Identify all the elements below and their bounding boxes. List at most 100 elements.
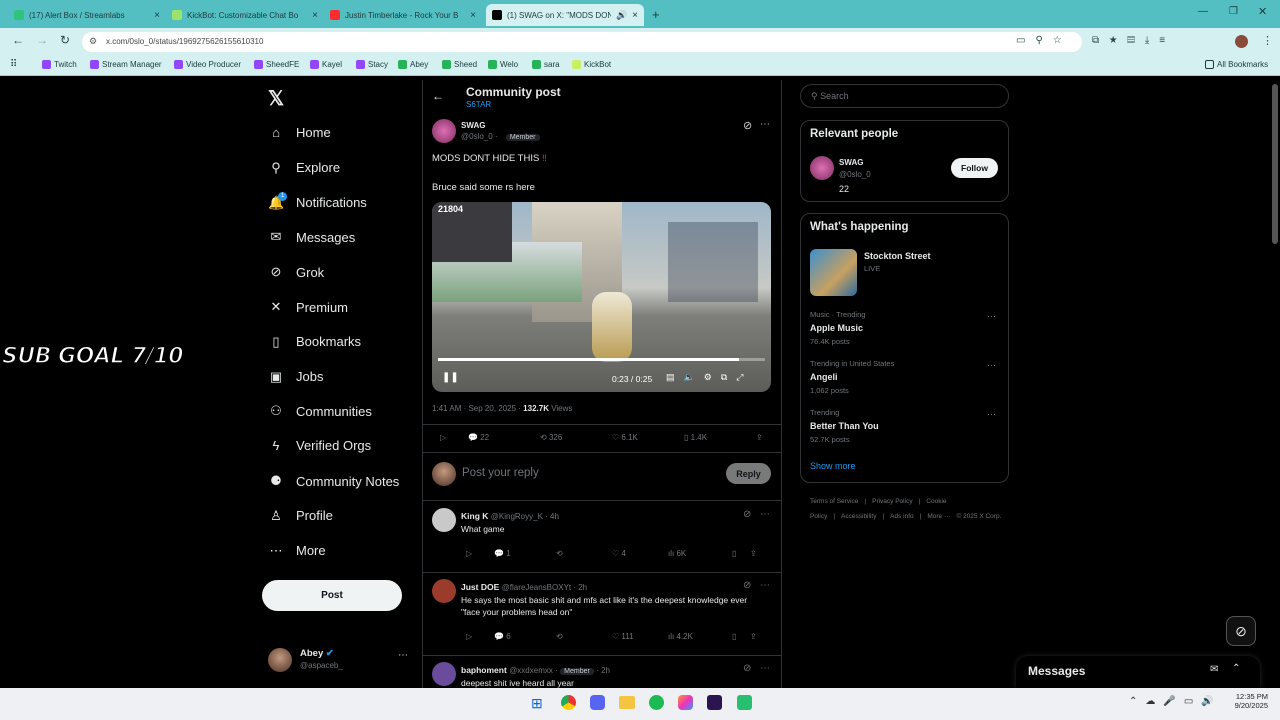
bookmark-item[interactable]: Welo [488,60,518,69]
like-action[interactable]: ♡ 111 [612,632,668,641]
reply-button[interactable]: Reply [726,463,771,484]
browser-tab[interactable]: (1) SWAG on X: "MODS DON' 🔊 × [486,4,644,26]
nav-item-explore[interactable]: ⚲ Explore [268,160,340,176]
live-thumbnail[interactable] [810,249,857,296]
reply-author-avatar[interactable] [432,508,456,532]
bookmark-item[interactable]: Stream Manager [90,60,162,69]
tab-close-icon[interactable]: × [312,10,318,21]
reply-action[interactable]: 💬 6 [494,632,556,641]
account-switcher[interactable]: Abey ✔ @aspaceb_ ⋯ [262,644,422,678]
post-button[interactable]: Post [262,580,402,611]
footer-link[interactable]: Privacy Policy [872,498,912,505]
bookmark-icon[interactable]: ▯ [732,549,750,558]
reply-more-icon[interactable]: ⋯ [760,580,770,591]
streamlabs-icon[interactable] [737,695,752,710]
footer-link[interactable]: Accessibility [841,513,876,520]
nav-item-more[interactable]: ⋯ More [268,543,326,559]
url-input[interactable]: x.com/0slo_0/status/1969275626155610310 [82,32,1082,52]
post-author-name[interactable]: SWAG [461,121,485,130]
repost-action[interactable]: ⟲ [556,549,612,558]
share-icon[interactable]: ⇪ [750,549,757,558]
reply-author-avatar[interactable] [432,579,456,603]
discord-icon[interactable] [590,695,605,710]
video-progress-track[interactable] [438,358,765,361]
tray-icons[interactable]: ⌃☁🎤▭🔊 [1129,696,1222,707]
tab-close-icon[interactable]: × [632,10,638,21]
close-window-button[interactable]: ✕ [1258,5,1267,18]
reply-input[interactable]: Post your reply [462,467,539,479]
share-icon[interactable]: ⇪ [750,632,757,641]
play-icon[interactable]: ▷ [440,433,468,442]
play-icon[interactable]: ▷ [466,549,494,558]
browser-tab[interactable]: Justin Timberlake - Rock Your B × [324,4,482,26]
community-link[interactable]: S6TAR [466,100,491,109]
bookmark-item[interactable]: Kayel [310,60,342,69]
footer-link[interactable]: Ads info [890,513,914,520]
pause-icon[interactable]: ❚❚ [442,372,459,383]
minimize-button[interactable]: — [1198,6,1208,17]
views-action[interactable]: ılı 4.2K [668,632,732,641]
bookmark-icon[interactable]: ▯ [732,632,750,641]
footer-link[interactable]: © 2025 X Corp. [956,513,1001,520]
grok-float-icon[interactable]: ⊘ [1226,616,1256,646]
back-arrow-icon[interactable]: ← [432,89,444,103]
browser-tab[interactable]: (17) Alert Box / Streamlabs × [8,4,166,26]
address-actions[interactable]: ▭⚲☆ [1016,35,1072,46]
forward-icon[interactable]: → [36,33,48,47]
new-tab-button[interactable]: + [652,7,660,22]
trend-more-icon[interactable]: ⋯ [987,409,996,420]
premiere-icon[interactable] [707,695,722,710]
nav-item-messages[interactable]: ✉ Messages [268,229,356,245]
bookmark-item[interactable]: Video Producer [174,60,241,69]
nav-item-profile[interactable]: ♙ Profile [268,508,333,524]
nav-item-verified-orgs[interactable]: ϟ Verified Orgs [268,438,372,453]
nav-item-home[interactable]: ⌂ Home [268,125,331,140]
spotify-icon[interactable] [649,695,664,710]
audio-icon[interactable]: 🔊 [616,10,627,21]
share-icon[interactable]: ⇪ [756,433,763,442]
browser-tab[interactable]: KickBot: Customizable Chat Bo × [166,4,324,26]
trend-more-icon[interactable]: ⋯ [987,360,996,371]
bookmark-item[interactable]: Abey [398,60,428,69]
grok-icon[interactable]: ⊘ [743,119,752,132]
new-message-icon[interactable]: ✉ [1210,664,1218,675]
bookmark-item[interactable]: Sheed [442,60,477,69]
post-more-icon[interactable]: ⋯ [760,119,770,130]
reply-action[interactable]: 💬 22 [468,433,540,442]
clock[interactable]: 12:35 PM 9/20/2025 [1222,692,1268,710]
views-action[interactable]: ılı 6K [668,549,732,558]
all-bookmarks[interactable]: All Bookmarks [1205,60,1268,69]
app-icon[interactable] [678,695,693,710]
reload-icon[interactable]: ↻ [60,33,70,47]
repost-action[interactable]: ⟲ [556,632,612,641]
tab-close-icon[interactable]: × [154,10,160,21]
nav-item-communities[interactable]: ⚇ Communities [268,403,372,419]
nav-item-bookmarks[interactable]: ▯ Bookmarks [268,334,361,350]
site-info-icon[interactable]: ⚙ [89,36,97,47]
reply-action[interactable]: 💬 1 [494,549,556,558]
video-player[interactable]: 21804 ❚❚ 0:23 / 0:25 ▤🔈⚙⧉⤢ [432,202,771,392]
reply-more-icon[interactable]: ⋯ [760,663,770,674]
page-scrollbar[interactable] [1272,84,1278,244]
nav-item-premium[interactable]: ✕ Premium [268,299,348,315]
bookmark-action[interactable]: ▯ 1.4K [684,433,756,442]
back-icon[interactable]: ← [12,33,24,47]
search-input[interactable]: ⚲ Search [800,84,1009,108]
play-icon[interactable]: ▷ [466,632,494,641]
menu-icon[interactable]: ⋮ [1262,34,1273,47]
bookmark-item[interactable]: SheedFE [254,60,299,69]
reply-author-avatar[interactable] [432,662,456,686]
follow-button[interactable]: Follow [951,158,998,178]
nav-item-jobs[interactable]: ▣ Jobs [268,369,324,385]
grok-icon[interactable]: ⊘ [743,580,751,591]
bookmark-item[interactable]: Twitch [42,60,77,69]
show-more-link[interactable]: Show more [810,461,856,471]
trend-more-icon[interactable]: ⋯ [987,311,996,322]
restore-button[interactable]: ❐ [1229,6,1238,17]
tab-close-icon[interactable]: × [470,10,476,21]
grok-icon[interactable]: ⊘ [743,509,751,520]
grok-icon[interactable]: ⊘ [743,663,751,674]
like-action[interactable]: ♡ 4 [612,549,668,558]
account-more-icon[interactable]: ⋯ [398,650,408,661]
profile-avatar[interactable] [1235,35,1248,48]
